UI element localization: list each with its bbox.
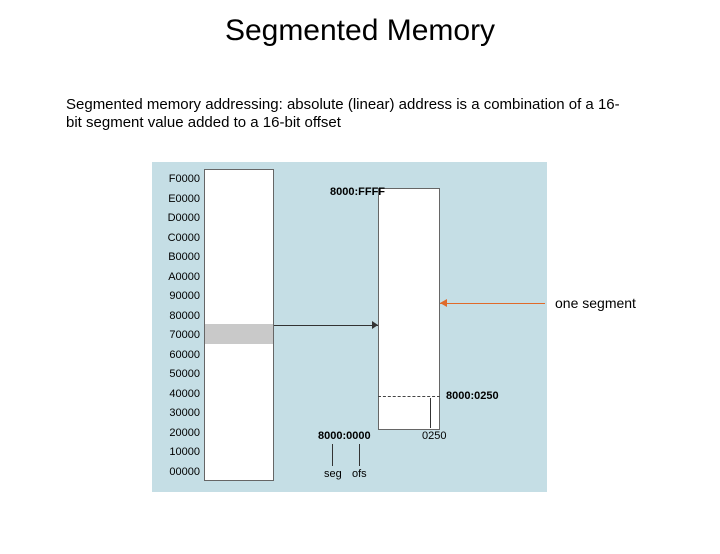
address-value: A0000	[160, 268, 202, 288]
ofs-label: ofs	[352, 468, 367, 480]
ofs-tick	[359, 444, 360, 466]
subtitle-text: Segmented memory addressing: absolute (l…	[66, 96, 626, 132]
page-title: Segmented Memory	[0, 14, 720, 48]
offset-divider-line	[378, 396, 440, 397]
callout-arrowhead-icon	[440, 299, 447, 307]
address-value: 70000	[160, 326, 202, 346]
address-value: 10000	[160, 443, 202, 463]
offset-tick	[430, 398, 431, 428]
seg-tick	[332, 444, 333, 466]
address-value: 20000	[160, 424, 202, 444]
segment-location-band	[204, 324, 274, 344]
segment-mid-label: 8000:0250	[446, 390, 499, 402]
callout-arrow-line	[440, 303, 545, 304]
offset-value-label: 0250	[422, 430, 446, 442]
address-value: E0000	[160, 190, 202, 210]
address-value: F0000	[160, 170, 202, 190]
address-column: F0000 E0000 D0000 C0000 B0000 A0000 9000…	[160, 170, 202, 482]
address-value: 30000	[160, 404, 202, 424]
segment-detail-box	[378, 188, 440, 430]
address-value: B0000	[160, 248, 202, 268]
address-value: 40000	[160, 385, 202, 405]
connector-line	[274, 325, 378, 326]
address-value: 00000	[160, 463, 202, 483]
address-value: 90000	[160, 287, 202, 307]
address-value: 60000	[160, 346, 202, 366]
address-value: D0000	[160, 209, 202, 229]
address-value: 80000	[160, 307, 202, 327]
callout-label: one segment	[555, 295, 636, 311]
address-value: C0000	[160, 229, 202, 249]
seg-label: seg	[324, 468, 342, 480]
address-value: 50000	[160, 365, 202, 385]
segment-top-label: 8000:FFFF	[330, 186, 385, 198]
segment-bottom-label: 8000:0000	[318, 430, 371, 442]
